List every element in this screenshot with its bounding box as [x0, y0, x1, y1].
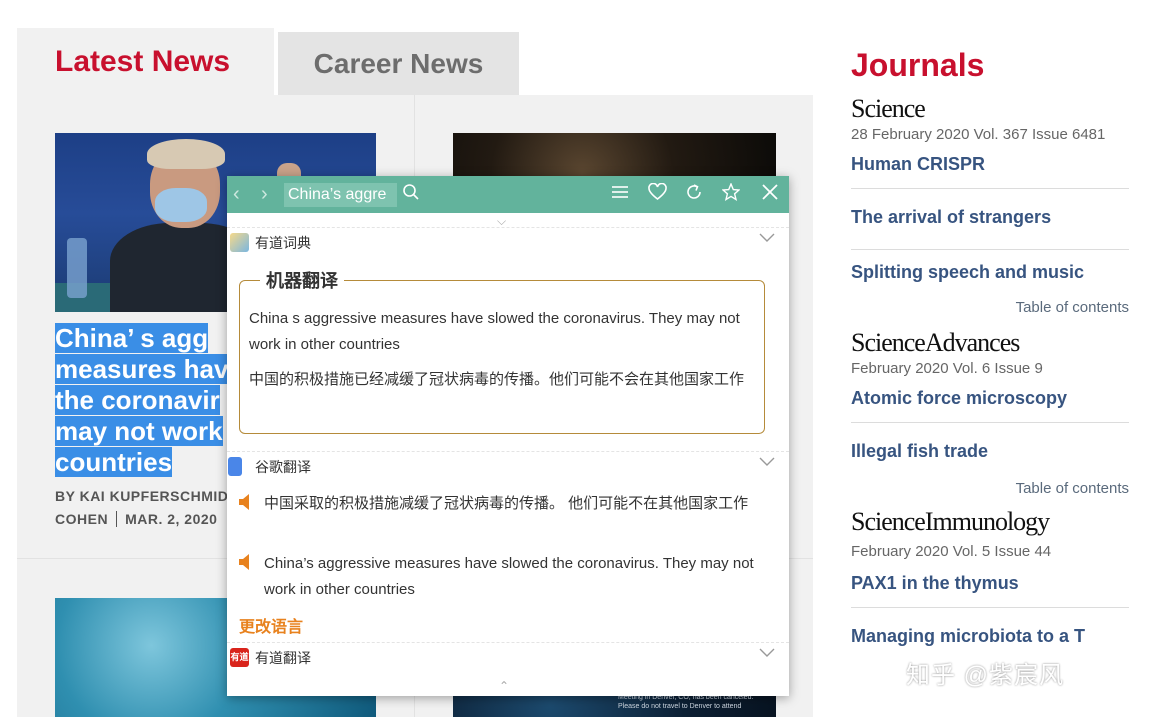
youdao-translate-label: 有道翻译 [255, 650, 311, 666]
query-input[interactable]: China’s aggre [284, 183, 397, 207]
journal-immunology-logo[interactable]: ScienceImmunology [851, 507, 1129, 537]
machine-translation-box: 机器翻译 China s aggressive measures have sl… [239, 267, 765, 434]
link-atomic-force[interactable]: Atomic force microscopy [851, 378, 1129, 423]
journal-advances-logo[interactable]: ScienceAdvances [851, 328, 1129, 358]
link-illegal-fish[interactable]: Illegal fish trade [851, 423, 1129, 467]
image-face-mask [155, 188, 207, 222]
byline-author-2[interactable]: COHEN [55, 511, 108, 527]
google-translate-logo-icon [228, 457, 242, 476]
scroll-up-icon[interactable]: ⌃ [499, 679, 509, 693]
headline-line-1: China’ s agg [55, 323, 209, 353]
journals-sidebar: Journals Science 28 February 2020 Vol. 3… [851, 44, 1129, 668]
close-icon[interactable] [761, 183, 779, 206]
google-en-text: China’s aggressive measures have slowed … [264, 555, 754, 598]
advances-table-of-contents[interactable]: Table of contents [851, 475, 1129, 505]
tab-latest-news[interactable]: Latest News [17, 28, 274, 95]
youdao-dict-header[interactable]: 有道词典 [227, 227, 789, 256]
forward-icon[interactable]: › [261, 183, 268, 206]
back-icon[interactable]: ‹ [233, 183, 240, 206]
change-language-link[interactable]: 更改语言 [239, 613, 303, 637]
article-headline[interactable]: China’ s agg measures hav the coronavir … [55, 323, 255, 478]
journal-science-issue: 28 February 2020 Vol. 367 Issue 6481 [851, 126, 1106, 143]
speaker-icon[interactable] [239, 493, 253, 510]
pin-icon[interactable] [721, 182, 741, 206]
headline-line-4: may not work [55, 416, 223, 446]
headline-line-2: measures hav [55, 354, 229, 384]
translation-popup: ‹ › China’s aggre ⌵ 有道词典 机器翻译 China s ag… [227, 176, 789, 696]
link-pax1-thymus[interactable]: PAX1 in the thymus [851, 561, 1129, 608]
chevron-down-icon[interactable] [759, 645, 775, 661]
journal-immunology-issue: February 2020 Vol. 5 Issue 44 [851, 543, 1052, 560]
journal-advances-issue: February 2020 Vol. 6 Issue 9 [851, 360, 1043, 377]
google-translate-header[interactable]: 谷歌翻译 [227, 451, 789, 480]
headline-line-5: countries [55, 447, 173, 477]
search-icon[interactable] [402, 183, 420, 206]
youdao-dict-logo-icon [230, 233, 249, 252]
heart-icon[interactable] [648, 182, 667, 206]
tab-career-news[interactable]: Career News [278, 32, 519, 95]
speaker-icon[interactable] [239, 553, 253, 570]
byline-date: MAR. 2, 2020 [125, 511, 218, 527]
popup-toolbar: ‹ › China’s aggre [227, 176, 789, 213]
google-result-zh: 中国采取的积极措施减缓了冠状病毒的传播。 他们可能不在其他国家工作 [239, 491, 764, 517]
google-result-en: China’s aggressive measures have slowed … [239, 551, 764, 603]
youdao-translate-header[interactable]: 有道 有道翻译 [227, 642, 789, 671]
link-human-crispr[interactable]: Human CRISPR [851, 144, 1129, 189]
image-water-bottle [67, 238, 87, 298]
refresh-icon[interactable] [685, 183, 703, 206]
machine-translation-title: 机器翻译 [260, 267, 344, 293]
google-translate-label: 谷歌翻译 [255, 459, 311, 475]
link-splitting-speech[interactable]: Splitting speech and music [851, 250, 1129, 294]
science-table-of-contents[interactable]: Table of contents [851, 294, 1129, 324]
byline-authors[interactable]: BY KAI KUPFERSCHMID [55, 488, 228, 504]
chevron-down-icon[interactable] [759, 230, 775, 246]
zhihu-watermark: 知乎 @紫宸风 [906, 662, 1065, 689]
google-zh-text: 中国采取的积极措施减缓了冠状病毒的传播。 他们可能不在其他国家工作 [264, 495, 749, 512]
journals-title: Journals [851, 47, 985, 83]
youdao-dict-label: 有道词典 [255, 235, 311, 251]
journal-science-logo[interactable]: Science [851, 94, 1129, 124]
image-person-hair [147, 139, 225, 169]
youdao-translate-logo-icon: 有道 [230, 648, 249, 667]
chevron-down-icon[interactable] [759, 454, 775, 470]
article-byline: BY KAI KUPFERSCHMID COHEN MAR. 2, 2020 [55, 485, 245, 531]
mt-source-text: China s aggressive measures have slowed … [249, 310, 740, 353]
byline-separator [116, 511, 118, 527]
link-arrival-of-strangers[interactable]: The arrival of strangers [851, 189, 1129, 250]
menu-icon[interactable] [611, 183, 629, 206]
mt-target-text: 中国的积极措施已经减缓了冠状病毒的传播。他们可能不会在其他国家工作 [249, 371, 745, 388]
headline-line-3: the coronavir [55, 385, 220, 415]
